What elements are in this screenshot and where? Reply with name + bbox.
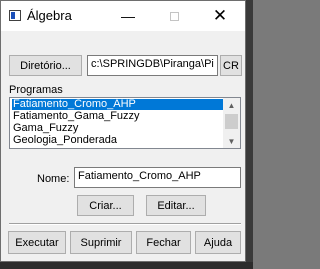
- help-button[interactable]: Ajuda: [195, 231, 241, 254]
- name-field[interactable]: Fatiamento_Cromo_AHP: [74, 167, 241, 188]
- directory-button-label: Diretório...: [20, 59, 71, 72]
- directory-path-field[interactable]: c:\SPRINGDB\Piranga\Pi: [87, 55, 218, 76]
- scroll-down-icon[interactable]: ▼: [223, 134, 240, 148]
- execute-button-label: Executar: [15, 236, 59, 249]
- minimize-button[interactable]: —: [105, 1, 151, 31]
- title-bar[interactable]: Álgebra — ✕: [1, 1, 245, 31]
- cr-button[interactable]: CR: [220, 55, 242, 76]
- programs-listbox[interactable]: Fatiamento_Cromo_AHP Fatiamento_Gama_Fuz…: [9, 97, 241, 149]
- execute-button[interactable]: Executar: [8, 231, 66, 254]
- create-button[interactable]: Criar...: [77, 195, 134, 216]
- maximize-icon: [169, 11, 179, 21]
- directory-button[interactable]: Diretório...: [9, 55, 82, 76]
- algebra-window: Álgebra — ✕ Diretório... c:\SPRINGDB\Pir…: [0, 0, 246, 262]
- scrollbar-thumb[interactable]: [225, 114, 238, 129]
- programs-label: Programas: [9, 84, 63, 96]
- programs-scrollbar[interactable]: ▲ ▼: [223, 98, 240, 148]
- close-icon: ✕: [212, 6, 228, 25]
- list-item[interactable]: Fatiamento_Cromo_AHP: [12, 99, 224, 110]
- help-button-label: Ajuda: [203, 236, 233, 249]
- edit-button-label: Editar...: [157, 199, 195, 212]
- footer-separator: [9, 223, 241, 225]
- list-item[interactable]: Fatiamento_Gama_Fuzzy: [12, 111, 141, 122]
- create-button-label: Criar...: [89, 199, 122, 212]
- cr-button-label: CR: [223, 59, 239, 72]
- list-item[interactable]: Gama_Fuzzy: [12, 123, 79, 134]
- edit-button[interactable]: Editar...: [146, 195, 206, 216]
- directory-path-value: c:\SPRINGDB\Piranga\Pi: [91, 58, 214, 70]
- window-title: Álgebra: [27, 8, 72, 23]
- desktop-background-bottom: [0, 262, 253, 269]
- minimize-icon: —: [121, 8, 135, 24]
- name-label: Nome:: [37, 173, 70, 185]
- close-dialog-button[interactable]: Fechar: [136, 231, 191, 254]
- close-button[interactable]: ✕: [197, 1, 243, 31]
- name-value: Fatiamento_Cromo_AHP: [78, 170, 201, 182]
- list-item[interactable]: Geologia_Ponderada: [12, 135, 118, 146]
- delete-button[interactable]: Suprimir: [70, 231, 132, 254]
- scroll-up-icon[interactable]: ▲: [223, 98, 240, 112]
- maximize-button: [151, 1, 197, 31]
- app-window-icon: [9, 10, 21, 21]
- close-dialog-button-label: Fechar: [146, 236, 181, 249]
- delete-button-label: Suprimir: [80, 236, 122, 249]
